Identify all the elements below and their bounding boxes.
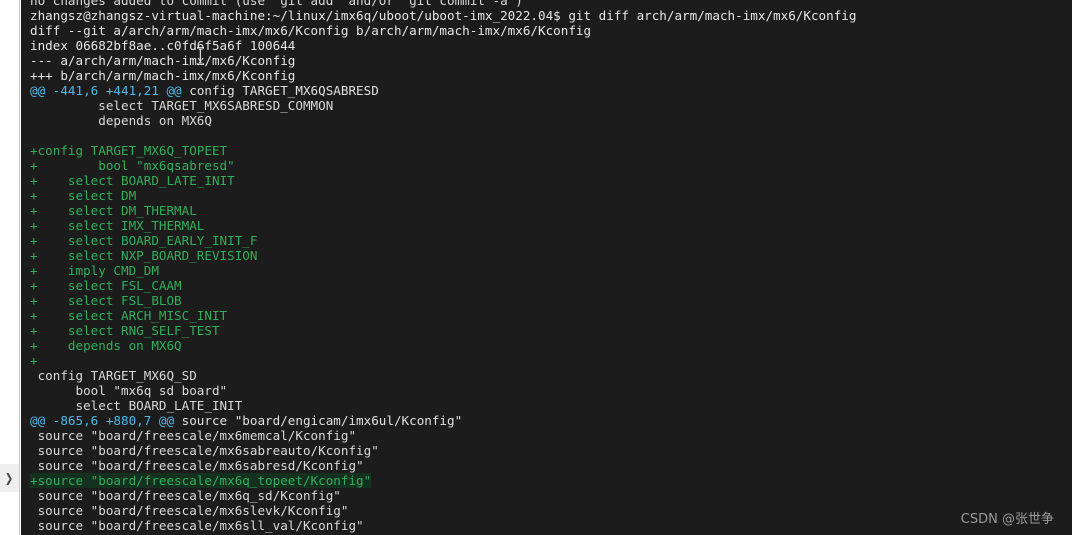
terminal-line: + (30, 353, 1072, 368)
terminal-line: select TARGET_MX6SABRESD_COMMON (30, 98, 1072, 113)
diff-context-line: source "board/freescale/mx6q_sd/Kconfig" (30, 488, 341, 503)
csdn-watermark: CSDN @张世争 (960, 512, 1054, 527)
terminal-line: @@ -441,6 +441,21 @@ config TARGET_MX6QS… (30, 83, 1072, 98)
diff-hunk-marker: @@ -441,6 +441,21 @@ (30, 83, 182, 98)
diff-context-line: select BOARD_LATE_INIT (30, 398, 243, 413)
diff-added-line: + select DM_THERMAL (30, 203, 197, 218)
terminal-line: + imply CMD_DM (30, 263, 1072, 278)
shell-prompt-line: zhangsz@zhangsz-virtual-machine:~/linux/… (30, 8, 857, 23)
diff-context-line: depends on MX6Q (30, 113, 212, 128)
terminal-line: @@ -865,6 +880,7 @@ source "board/engica… (30, 413, 1072, 428)
diff-hunk-context: source "board/engicam/imx6ul/Kconfig" (174, 413, 463, 428)
diff-added-line: + select FSL_CAAM (30, 278, 182, 293)
terminal-line: source "board/freescale/mx6slevk/Kconfig… (30, 503, 1072, 518)
terminal-line: + bool "mx6qsabresd" (30, 158, 1072, 173)
diff-added-line: + depends on MX6Q (30, 338, 182, 353)
chevron-right-icon: ❯ (5, 471, 14, 485)
diff-added-line: + select DM (30, 188, 137, 203)
diff-meta-line: diff --git a/arch/arm/mach-imx/mx6/Kconf… (30, 23, 592, 38)
terminal-line: + select ARCH_MISC_INIT (30, 308, 1072, 323)
terminal-line: select BOARD_LATE_INIT (30, 398, 1072, 413)
diff-context-line: bool "mx6q sd board" (30, 383, 228, 398)
terminal-line: zhangsz@zhangsz-virtual-machine:~/linux/… (30, 8, 1072, 23)
terminal-output: no changes added to commit (use "git add… (21, 0, 1072, 535)
gutter-divider (19, 0, 20, 535)
terminal-line: +++ b/arch/arm/mach-imx/mx6/Kconfig (30, 68, 1072, 83)
diff-context-line: config TARGET_MX6Q_SD (30, 368, 197, 383)
diff-added-line: + imply CMD_DM (30, 263, 159, 278)
terminal-line: no changes added to commit (use "git add… (30, 0, 1072, 8)
diff-hunk-marker: @@ -865,6 +880,7 @@ (30, 413, 175, 428)
diff-context-line: source "board/freescale/mx6sabreauto/Kco… (30, 443, 379, 458)
left-gutter-panel (0, 0, 20, 535)
terminal-line: +source "board/freescale/mx6q_topeet/Kco… (30, 473, 1072, 488)
terminal-line: +config TARGET_MX6Q_TOPEET (30, 143, 1072, 158)
terminal-line: source "board/freescale/mx6sabreauto/Kco… (30, 443, 1072, 458)
terminal-line: source "board/freescale/mx6sll_val/Kconf… (30, 518, 1072, 533)
terminal-line: + select BOARD_EARLY_INIT_F (30, 233, 1072, 248)
terminal-line: + select FSL_CAAM (30, 278, 1072, 293)
screen-root: ❯ no changes added to commit (use "git a… (0, 0, 1072, 535)
terminal-line: + select DM (30, 188, 1072, 203)
terminal-window[interactable]: no changes added to commit (use "git add… (21, 0, 1072, 535)
diff-context-line: select TARGET_MX6SABRESD_COMMON (30, 98, 334, 113)
diff-added-line: +config TARGET_MX6Q_TOPEET (30, 143, 228, 158)
diff-added-line: + select FSL_BLOB (30, 293, 182, 308)
diff-meta-line: index 06682bf8ae..c0fd6f5a6f 100644 (30, 38, 296, 53)
diff-added-line: + (30, 353, 38, 368)
diff-meta-line: --- a/arch/arm/mach-imx/mx6/Kconfig (30, 53, 296, 68)
diff-meta-line: +++ b/arch/arm/mach-imx/mx6/Kconfig (30, 68, 296, 83)
diff-hunk-context: config TARGET_MX6QSABRESD (181, 83, 379, 98)
diff-context-line: source "board/freescale/mx6sabresd/Kconf… (30, 458, 364, 473)
diff-added-line-highlighted: +source "board/freescale/mx6q_topeet/Kco… (30, 473, 372, 488)
terminal-line: + select RNG_SELF_TEST (30, 323, 1072, 338)
terminal-line: config TARGET_MX6Q_SD (30, 368, 1072, 383)
terminal-line: + select IMX_THERMAL (30, 218, 1072, 233)
terminal-line: index 06682bf8ae..c0fd6f5a6f 100644 (30, 38, 1072, 53)
diff-added-line: + select ARCH_MISC_INIT (30, 308, 228, 323)
diff-context-line: source "board/freescale/mx6memcal/Kconfi… (30, 428, 357, 443)
terminal-line: bool "mx6q sd board" (30, 383, 1072, 398)
terminal-text: no changes added to commit (use "git add… (30, 0, 523, 8)
terminal-line: source "board/freescale/mx6memcal/Kconfi… (30, 428, 1072, 443)
sidebar-expander-button[interactable]: ❯ (0, 464, 19, 492)
terminal-line: depends on MX6Q (30, 113, 1072, 128)
diff-added-line: + bool "mx6qsabresd" (30, 158, 235, 173)
diff-added-line: + select BOARD_EARLY_INIT_F (30, 233, 258, 248)
diff-added-line: + select RNG_SELF_TEST (30, 323, 220, 338)
terminal-line: + depends on MX6Q (30, 338, 1072, 353)
terminal-line: + select FSL_BLOB (30, 293, 1072, 308)
terminal-line: + select DM_THERMAL (30, 203, 1072, 218)
diff-context-line: source "board/freescale/mx6sll_val/Kconf… (30, 518, 364, 533)
terminal-line: + select BOARD_LATE_INIT (30, 173, 1072, 188)
terminal-line: source "board/freescale/mx6q_sd/Kconfig" (30, 488, 1072, 503)
terminal-line: + select NXP_BOARD_REVISION (30, 248, 1072, 263)
diff-added-line: + select BOARD_LATE_INIT (30, 173, 235, 188)
diff-context-line: source "board/freescale/mx6slevk/Kconfig… (30, 503, 349, 518)
terminal-line: --- a/arch/arm/mach-imx/mx6/Kconfig (30, 53, 1072, 68)
diff-added-line: + select IMX_THERMAL (30, 218, 205, 233)
terminal-line: diff --git a/arch/arm/mach-imx/mx6/Kconf… (30, 23, 1072, 38)
terminal-line: source "board/freescale/mx6sabresd/Kconf… (30, 458, 1072, 473)
diff-added-line: + select NXP_BOARD_REVISION (30, 248, 258, 263)
